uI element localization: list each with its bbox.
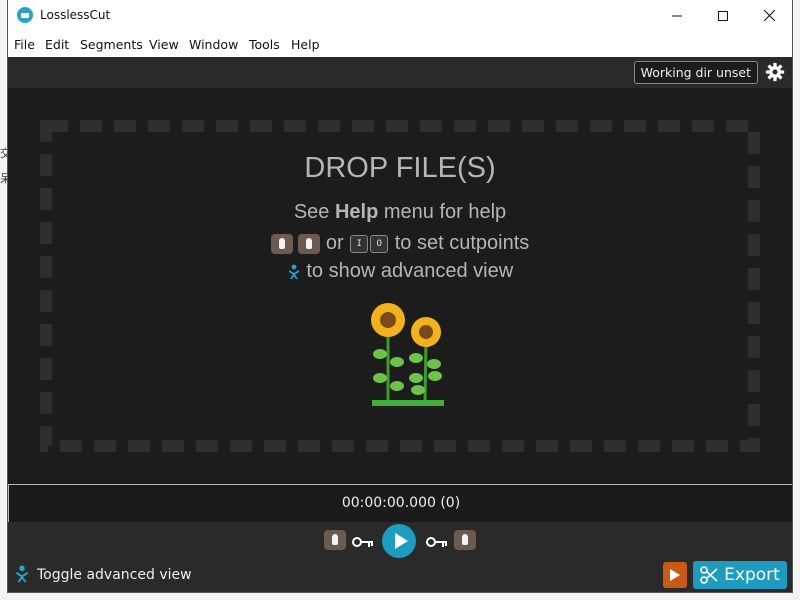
menu-window[interactable]: Window <box>189 37 238 52</box>
play-button[interactable] <box>382 524 416 558</box>
toggle-advanced-view-icon[interactable] <box>14 564 30 584</box>
menu-help[interactable]: Help <box>291 37 320 52</box>
export-preview-button[interactable] <box>663 562 687 588</box>
cutpoints-or: or <box>325 232 344 254</box>
menu-tools[interactable]: Tools <box>249 37 280 52</box>
cut-start-hand-icon <box>270 233 293 254</box>
menu-view[interactable]: View <box>149 37 179 52</box>
advanced-view-hint: to show advanced view <box>8 260 792 283</box>
top-toolbar: Working dir unset <box>8 57 792 88</box>
key-icon[interactable] <box>352 536 374 548</box>
losslesscut-app-icon <box>17 7 33 23</box>
playback-controls <box>8 522 792 560</box>
key-i: I <box>350 234 369 253</box>
scissors-icon <box>700 566 718 584</box>
window-title: LosslessCut <box>40 8 111 22</box>
minimize-icon <box>672 15 682 16</box>
help-hint-bold: Help <box>334 201 379 223</box>
timeline[interactable]: 00:00:00.000 (0) <box>8 484 792 522</box>
menu-segments[interactable]: Segments <box>80 37 143 52</box>
gear-icon[interactable] <box>765 62 785 82</box>
help-hint-suffix: menu for help <box>378 201 507 223</box>
key-icon[interactable] <box>426 536 448 548</box>
menu-edit[interactable]: Edit <box>45 37 69 52</box>
timecode-display[interactable]: 00:00:00.000 (0) <box>9 495 792 511</box>
key-o: O <box>370 234 389 253</box>
working-dir-button[interactable]: Working dir unset <box>633 61 758 84</box>
menu-bar: File Edit Segments View Window Tools Hel… <box>8 31 792 57</box>
drop-files-title: DROP FILE(S) <box>304 152 496 184</box>
close-icon <box>763 10 775 21</box>
maximize-icon <box>718 10 728 21</box>
maximize-button[interactable] <box>700 0 746 31</box>
close-button[interactable] <box>746 0 792 31</box>
set-cut-start-button[interactable] <box>324 530 346 550</box>
advanced-view-suffix: to show advanced view <box>306 260 514 282</box>
help-hint-prefix: See <box>293 201 335 223</box>
export-label: Export <box>724 565 780 585</box>
help-hint: See Help menu for help <box>8 201 792 224</box>
cut-end-hand-icon <box>298 233 321 254</box>
app-window: LosslessCut File Edit Segments View Wind… <box>8 0 792 592</box>
advanced-view-icon <box>288 264 299 279</box>
set-cut-end-button[interactable] <box>454 530 476 550</box>
sunflowers-icon <box>371 303 444 406</box>
title-bar: LosslessCut <box>8 0 792 31</box>
minimize-button[interactable] <box>654 0 700 31</box>
bottom-bar: Toggle advanced view Export <box>8 560 792 592</box>
export-button[interactable]: Export <box>693 561 787 589</box>
cutpoints-hint: or IO to set cutpoints <box>8 232 792 255</box>
play-icon <box>670 569 680 581</box>
menu-file[interactable]: File <box>14 37 35 52</box>
cutpoints-suffix: to set cutpoints <box>394 232 530 254</box>
toggle-advanced-view-button[interactable]: Toggle advanced view <box>37 567 192 583</box>
